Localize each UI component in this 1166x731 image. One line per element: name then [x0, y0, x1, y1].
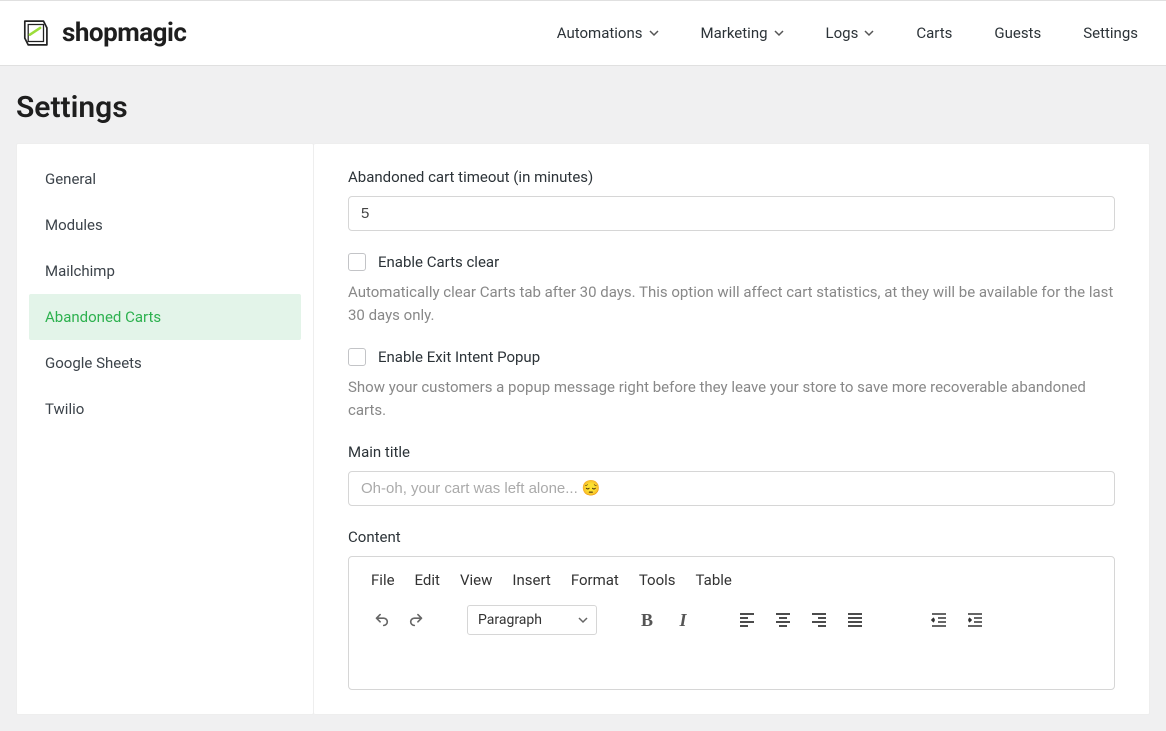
settings-layout: General Modules Mailchimp Abandoned Cart…	[0, 143, 1166, 731]
sidebar-item-general[interactable]: General	[29, 156, 301, 202]
undo-button[interactable]	[367, 606, 395, 634]
sidebar-item-modules[interactable]: Modules	[29, 202, 301, 248]
format-select-label: Paragraph	[478, 612, 542, 628]
nav-logs[interactable]: Logs	[826, 24, 875, 42]
main-title-input[interactable]	[348, 471, 1115, 506]
nav-carts[interactable]: Carts	[916, 24, 952, 42]
nav-label: Automations	[557, 24, 643, 42]
outdent-button[interactable]	[925, 606, 953, 634]
chevron-down-icon	[649, 28, 659, 38]
format-select[interactable]: Paragraph	[467, 605, 597, 635]
editor-menu-tools[interactable]: Tools	[639, 571, 676, 589]
settings-content: Abandoned cart timeout (in minutes) Enab…	[314, 143, 1150, 715]
sidebar-item-google-sheets[interactable]: Google Sheets	[29, 340, 301, 386]
content-label: Content	[348, 528, 1115, 546]
nav-settings[interactable]: Settings	[1083, 24, 1138, 42]
shopmagic-logo-icon	[18, 16, 52, 50]
editor-menu-edit[interactable]: Edit	[415, 571, 440, 589]
italic-button[interactable]: I	[669, 606, 697, 634]
editor-menu-file[interactable]: File	[371, 571, 395, 589]
rich-text-editor: File Edit View Insert Format Tools Table	[348, 556, 1115, 690]
settings-sidebar: General Modules Mailchimp Abandoned Cart…	[16, 143, 314, 715]
editor-menu-table[interactable]: Table	[696, 571, 732, 589]
align-right-icon	[810, 611, 828, 629]
align-center-button[interactable]	[769, 606, 797, 634]
indent-button[interactable]	[961, 606, 989, 634]
nav-label: Carts	[916, 24, 952, 42]
nav-label: Settings	[1083, 24, 1138, 42]
align-left-button[interactable]	[733, 606, 761, 634]
nav-marketing[interactable]: Marketing	[701, 24, 784, 42]
nav-automations[interactable]: Automations	[557, 24, 659, 42]
timeout-input[interactable]	[348, 196, 1115, 231]
sidebar-item-twilio[interactable]: Twilio	[29, 386, 301, 432]
enable-exit-intent-label: Enable Exit Intent Popup	[378, 348, 540, 366]
align-center-icon	[774, 611, 792, 629]
enable-carts-clear-label: Enable Carts clear	[378, 253, 499, 271]
editor-menu-format[interactable]: Format	[571, 571, 619, 589]
editor-menu-insert[interactable]: Insert	[512, 571, 550, 589]
align-right-button[interactable]	[805, 606, 833, 634]
sidebar-item-mailchimp[interactable]: Mailchimp	[29, 248, 301, 294]
enable-carts-clear-help: Automatically clear Carts tab after 30 d…	[348, 281, 1115, 326]
editor-body[interactable]	[349, 649, 1114, 689]
enable-carts-clear-checkbox[interactable]	[348, 253, 366, 271]
nav-label: Guests	[994, 24, 1041, 42]
undo-icon	[372, 611, 390, 629]
bold-button[interactable]: B	[633, 606, 661, 634]
app-header: shopmagic Automations Marketing Logs Car…	[0, 0, 1166, 66]
align-justify-button[interactable]	[841, 606, 869, 634]
page-title: Settings	[0, 66, 1166, 143]
redo-icon	[408, 611, 426, 629]
bold-icon: B	[641, 610, 653, 631]
nav-label: Logs	[826, 24, 859, 42]
timeout-label: Abandoned cart timeout (in minutes)	[348, 168, 1115, 186]
nav-guests[interactable]: Guests	[994, 24, 1041, 42]
indent-icon	[966, 611, 984, 629]
brand-logo: shopmagic	[18, 16, 186, 50]
editor-menu-view[interactable]: View	[460, 571, 492, 589]
align-left-icon	[738, 611, 756, 629]
chevron-down-icon	[774, 28, 784, 38]
outdent-icon	[930, 611, 948, 629]
enable-carts-clear-row: Enable Carts clear	[348, 253, 1115, 271]
editor-toolbar: Paragraph B I	[349, 599, 1114, 649]
italic-icon: I	[679, 610, 686, 631]
align-justify-icon	[846, 611, 864, 629]
editor-menubar: File Edit View Insert Format Tools Table	[349, 557, 1114, 599]
brand-name: shopmagic	[62, 18, 186, 48]
chevron-down-icon	[864, 28, 874, 38]
enable-exit-intent-help: Show your customers a popup message righ…	[348, 376, 1115, 421]
sidebar-item-abandoned-carts[interactable]: Abandoned Carts	[29, 294, 301, 340]
main-title-label: Main title	[348, 443, 1115, 461]
enable-exit-intent-row: Enable Exit Intent Popup	[348, 348, 1115, 366]
chevron-down-icon	[578, 615, 588, 625]
nav-label: Marketing	[701, 24, 768, 42]
main-nav: Automations Marketing Logs Carts Guests …	[557, 24, 1138, 42]
redo-button[interactable]	[403, 606, 431, 634]
enable-exit-intent-checkbox[interactable]	[348, 348, 366, 366]
